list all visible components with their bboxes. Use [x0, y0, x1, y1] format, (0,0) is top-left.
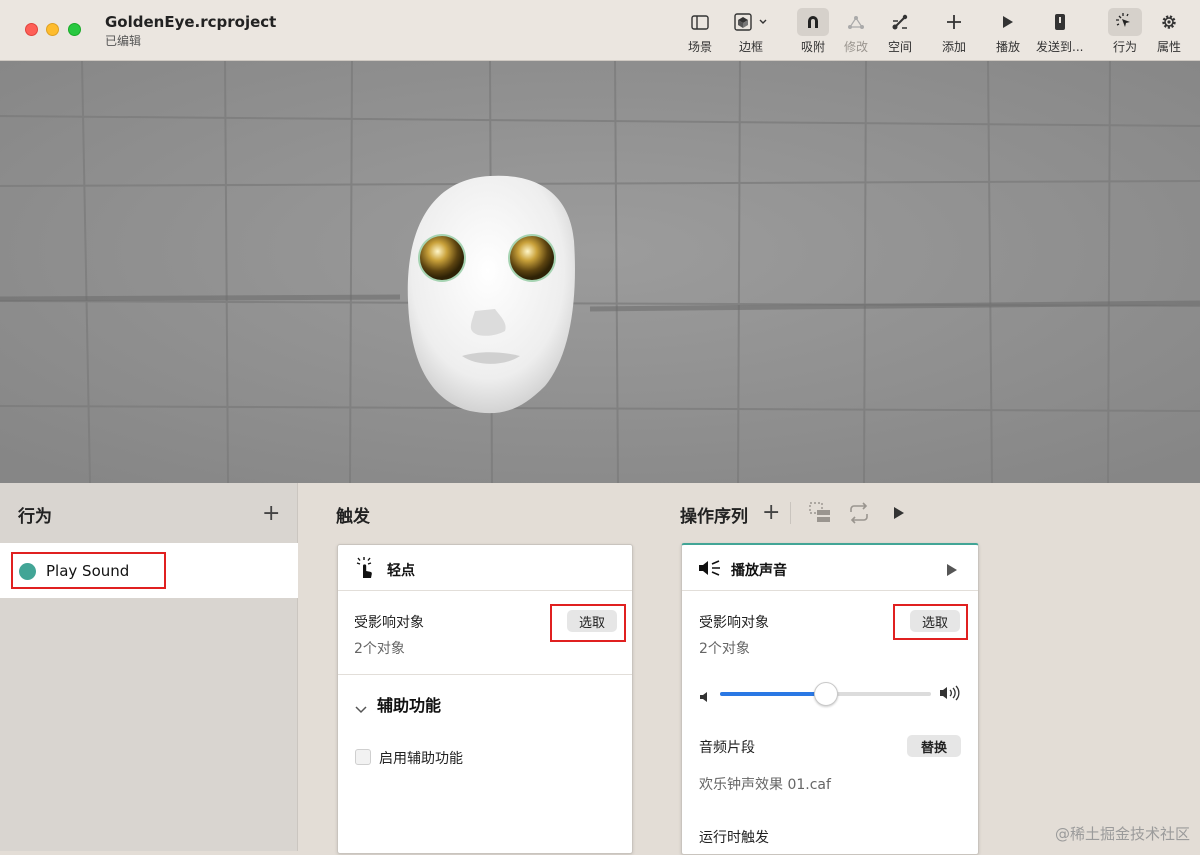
- scene-button[interactable]: 场景: [686, 8, 714, 58]
- sidebar-icon: [686, 8, 714, 36]
- bounds-button[interactable]: 边框: [733, 8, 769, 58]
- modify-label: 修改: [843, 40, 868, 54]
- runtime-trigger-label: 运行时触发: [699, 830, 769, 846]
- zoom-window-button[interactable]: [68, 23, 81, 36]
- add-behavior-button[interactable]: +: [262, 503, 280, 525]
- gear-icon: [1155, 8, 1183, 36]
- play-sound-title: 播放声音: [731, 563, 787, 579]
- play-icon: [994, 8, 1022, 36]
- tap-trigger-header: 轻点: [338, 545, 632, 591]
- tap-gesture-icon: [354, 556, 376, 584]
- behaviors-panel-title: 行为: [18, 507, 52, 527]
- toolbar-separator: [790, 502, 791, 524]
- accessibility-section-title[interactable]: 辅助功能: [377, 692, 441, 716]
- window-title: GoldenEye.rcproject: [105, 13, 277, 31]
- minimize-window-button[interactable]: [46, 23, 59, 36]
- modify-icon: [842, 8, 870, 36]
- play-label: 播放: [995, 40, 1020, 54]
- play-sequence-icon[interactable]: [893, 505, 905, 524]
- audio-file-name: 欢乐钟声效果 01.caf: [699, 777, 831, 793]
- properties-label: 属性: [1156, 40, 1181, 54]
- trigger-section-title: 触发: [336, 507, 370, 527]
- add-button[interactable]: 添加: [940, 8, 968, 58]
- title-bar: GoldenEye.rcproject 已编辑 场景 边框 吸附 修改 空间 添…: [0, 0, 1200, 61]
- volume-high-icon: [939, 685, 961, 705]
- device-icon: [1046, 8, 1074, 36]
- space-icon: [886, 8, 914, 36]
- scene-viewport[interactable]: [0, 61, 1200, 483]
- action-object-count: 2个对象: [699, 641, 750, 657]
- behaviors-button[interactable]: 行为: [1108, 8, 1142, 58]
- loop-icon[interactable]: [847, 502, 871, 528]
- volume-slider-fill: [720, 692, 826, 696]
- trigger-object-count: 2个对象: [354, 641, 405, 657]
- replace-audio-button[interactable]: 替换: [907, 735, 961, 757]
- highlight-frame: [11, 552, 166, 589]
- send-to-label: 发送到...: [1036, 40, 1084, 54]
- plus-icon: [940, 8, 968, 36]
- play-sound-action-card: 播放声音 受影响对象 选取 2个对象 音频片段 替换 欢乐钟声效果 01.caf…: [681, 543, 979, 855]
- space-label: 空间: [887, 40, 912, 54]
- modify-button[interactable]: 修改: [842, 8, 870, 58]
- behaviors-panel: 行为 + Play Sound: [0, 483, 298, 851]
- speaker-icon: [698, 559, 722, 581]
- volume-low-icon: [699, 688, 709, 707]
- send-to-button[interactable]: 发送到...: [1036, 8, 1083, 58]
- group-actions-icon[interactable]: [808, 501, 832, 529]
- accessibility-checkbox[interactable]: [355, 749, 371, 765]
- highlight-frame: [893, 604, 968, 640]
- behaviors-label: 行为: [1112, 40, 1137, 54]
- close-window-button[interactable]: [25, 23, 38, 36]
- properties-button[interactable]: 属性: [1155, 8, 1183, 58]
- space-button[interactable]: 空间: [886, 8, 914, 58]
- behaviors-icon: [1108, 8, 1142, 36]
- accessibility-checkbox-label: 启用辅助功能: [379, 751, 463, 767]
- trigger-affected-objects-label: 受影响对象: [354, 615, 424, 631]
- mask-model[interactable]: [407, 175, 575, 414]
- magnet-icon: [797, 8, 829, 36]
- tap-trigger-card: 轻点 受影响对象 选取 2个对象 辅助功能 启用辅助功能: [337, 544, 633, 854]
- chevron-down-icon[interactable]: [355, 699, 367, 718]
- audio-clip-label: 音频片段: [699, 740, 755, 756]
- trigger-divider: [338, 674, 632, 675]
- play-action-icon[interactable]: [946, 562, 958, 581]
- play-button[interactable]: 播放: [994, 8, 1022, 58]
- snap-label: 吸附: [800, 40, 825, 54]
- watermark: @稀土掘金技术社区: [1054, 825, 1190, 843]
- tap-trigger-title: 轻点: [387, 563, 415, 579]
- bounds-box-icon: [733, 8, 769, 36]
- add-action-button[interactable]: +: [762, 502, 780, 524]
- scene-label: 场景: [687, 40, 712, 54]
- action-sequence-title: 操作序列: [680, 507, 748, 527]
- snap-button[interactable]: 吸附: [797, 8, 829, 58]
- add-label: 添加: [941, 40, 966, 54]
- window-subtitle: 已编辑: [105, 34, 142, 48]
- highlight-frame: [550, 604, 626, 642]
- action-affected-objects-label: 受影响对象: [699, 615, 769, 631]
- bounds-label: 边框: [738, 40, 763, 54]
- volume-slider-knob[interactable]: [813, 682, 838, 706]
- play-sound-header: 播放声音: [682, 545, 978, 591]
- scene-canvas: [0, 61, 1200, 483]
